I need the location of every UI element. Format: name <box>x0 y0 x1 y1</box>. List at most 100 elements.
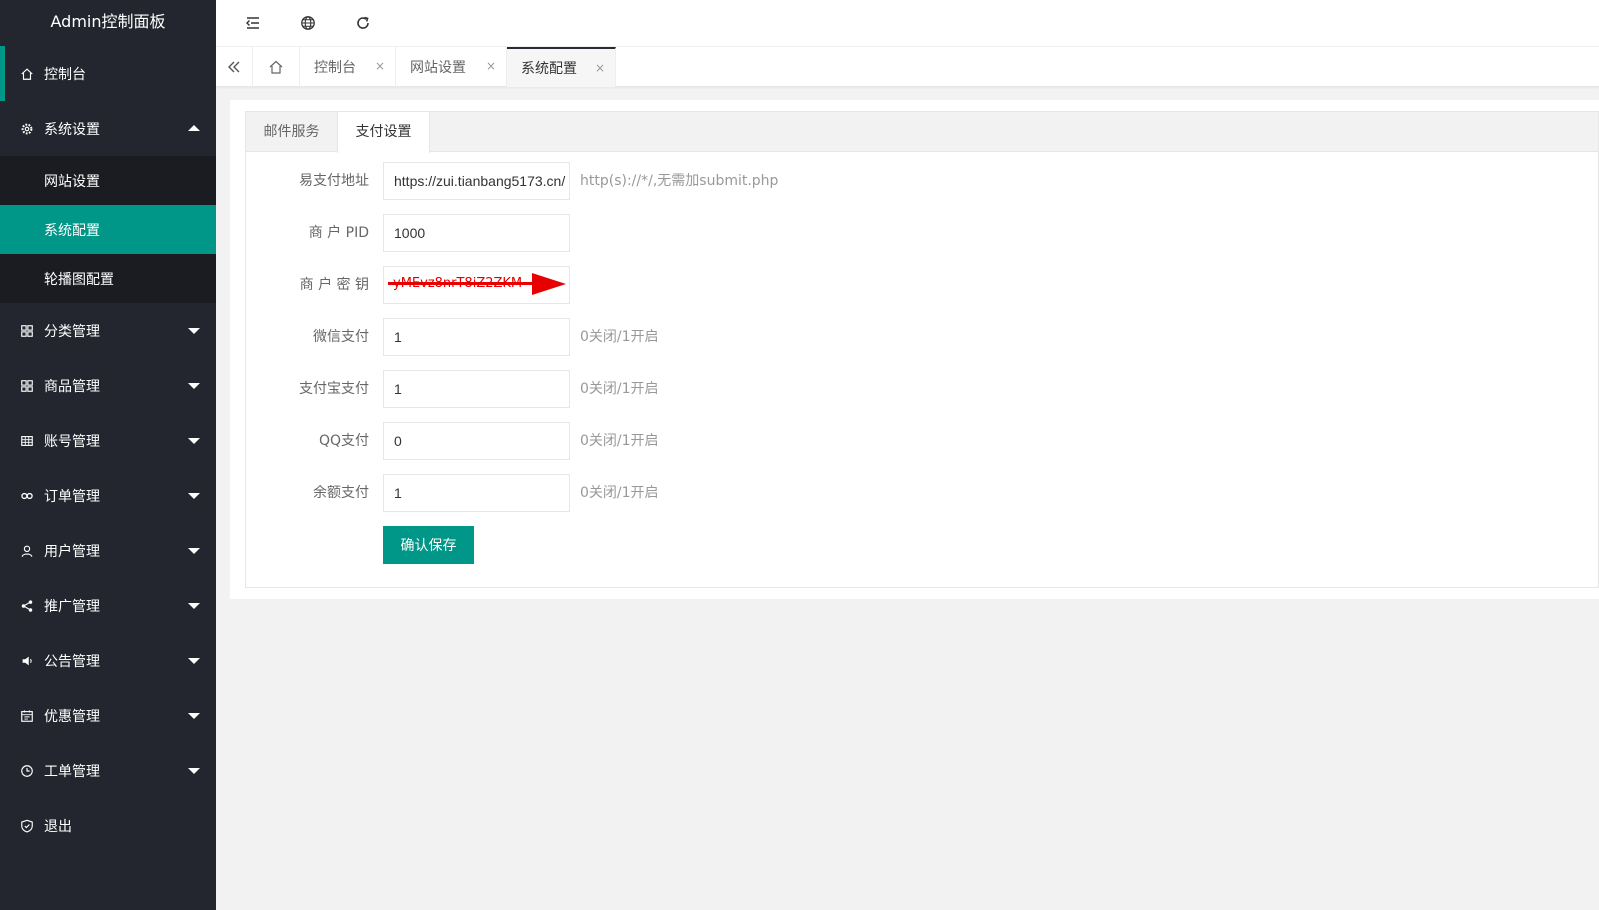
sidebar-item-user-management[interactable]: 用户管理 <box>0 523 216 578</box>
tab-dashboard[interactable]: 控制台 × <box>300 47 396 87</box>
sidebar-item-label: 退出 <box>44 818 72 835</box>
sidebar-item-label: 推广管理 <box>44 598 100 615</box>
sidebar-item-dashboard[interactable]: 控制台 <box>0 46 216 101</box>
sidebar-item-product-management[interactable]: 商品管理 <box>0 358 216 413</box>
sidebar-item-order-management[interactable]: 订单管理 <box>0 468 216 523</box>
share-icon <box>20 599 34 613</box>
page-tabs-bar: 控制台 × 网站设置 × 系统配置 × <box>216 47 1599 87</box>
sidebar-item-account-management[interactable]: 账号管理 <box>0 413 216 468</box>
merchant-pid-input[interactable] <box>383 214 570 252</box>
chevron-up-icon <box>188 124 200 131</box>
app-title: Admin控制面板 <box>50 12 166 31</box>
close-icon[interactable]: × <box>595 61 605 75</box>
form-row-qq-pay: QQ支付 0关闭/1开启 <box>246 422 1046 460</box>
sidebar-item-label: 优惠管理 <box>44 708 100 725</box>
settings-card: 邮件服务 支付设置 易支付地址 http(s)://*/,无需加submit.p… <box>245 111 1599 588</box>
sidebar-item-announcement-management[interactable]: 公告管理 <box>0 633 216 688</box>
close-icon[interactable]: × <box>486 59 496 73</box>
epay-url-input[interactable] <box>383 162 570 200</box>
sidebar-item-label: 系统设置 <box>44 121 100 138</box>
tab-label: 控制台 <box>314 60 356 76</box>
apps-icon <box>20 324 34 338</box>
sidebar-item-category-management[interactable]: 分类管理 <box>0 303 216 358</box>
close-icon[interactable]: × <box>375 59 385 73</box>
menu-shrink-icon[interactable] <box>243 13 263 33</box>
epay-url-hint: http(s)://*/,无需加submit.php <box>580 173 779 189</box>
chevron-down-icon <box>188 327 200 334</box>
tab-system-config[interactable]: 系统配置 × <box>507 47 616 87</box>
epay-url-label: 易支付地址 <box>299 173 369 189</box>
sidebar-item-label: 公告管理 <box>44 653 100 670</box>
tab-mail-service[interactable]: 邮件服务 <box>246 112 337 153</box>
balance-pay-label: 余额支付 <box>313 485 369 501</box>
sidebar-item-label: 订单管理 <box>44 488 100 505</box>
sidebar-item-label: 分类管理 <box>44 323 100 340</box>
tabs-scroll-left-button[interactable] <box>216 47 253 87</box>
sidebar-item-system-settings[interactable]: 系统设置 <box>0 101 216 156</box>
tab-label: 网站设置 <box>410 60 466 76</box>
sidebar-subitem-system-config[interactable]: 系统配置 <box>0 205 216 254</box>
user-icon <box>20 544 34 558</box>
tab-label: 系统配置 <box>521 61 577 77</box>
shield-icon <box>20 819 34 833</box>
sidebar-item-ticket-management[interactable]: 工单管理 <box>0 743 216 798</box>
calendar-icon <box>20 709 34 723</box>
form-row-alipay: 支付宝支付 0关闭/1开启 <box>246 370 1046 408</box>
home-icon <box>20 67 34 81</box>
chevron-down-icon <box>188 657 200 664</box>
sidebar-item-label: 控制台 <box>44 66 86 83</box>
apps-icon <box>20 379 34 393</box>
qq-pay-hint: 0关闭/1开启 <box>580 433 659 449</box>
chevron-down-icon <box>188 767 200 774</box>
sidebar-item-logout[interactable]: 退出 <box>0 798 216 853</box>
form-row-wechat-pay: 微信支付 0关闭/1开启 <box>246 318 1046 356</box>
chevron-down-icon <box>188 547 200 554</box>
alipay-input[interactable] <box>383 370 570 408</box>
chevron-down-icon <box>188 492 200 499</box>
chevron-down-icon <box>188 437 200 444</box>
sidebar-item-label: 工单管理 <box>44 763 100 780</box>
settings-tabs: 邮件服务 支付设置 <box>246 112 1598 153</box>
chevron-down-icon <box>188 712 200 719</box>
save-button[interactable]: 确认保存 <box>383 526 474 564</box>
redaction-line <box>388 282 536 285</box>
table-icon <box>20 434 34 448</box>
sidebar: Admin控制面板 控制台 系统设置 网站设置 系统配置 轮播图配置 分类管理 … <box>0 0 216 910</box>
sidebar-item-label: 用户管理 <box>44 543 100 560</box>
sidebar-item-coupon-management[interactable]: 优惠管理 <box>0 688 216 743</box>
home-icon <box>268 59 284 75</box>
merchant-pid-label: 商 户 PID <box>308 225 369 241</box>
refresh-icon[interactable] <box>353 13 373 33</box>
tab-home[interactable] <box>253 47 300 87</box>
sidebar-item-promotion-management[interactable]: 推广管理 <box>0 578 216 633</box>
double-chevron-left-icon <box>226 59 242 75</box>
qq-pay-input[interactable] <box>383 422 570 460</box>
globe-icon[interactable] <box>298 13 318 33</box>
balance-pay-input[interactable] <box>383 474 570 512</box>
top-header <box>216 0 1599 47</box>
link-icon <box>20 489 34 503</box>
wechat-pay-label: 微信支付 <box>313 329 369 345</box>
arrow-right-icon <box>532 273 566 295</box>
speaker-icon <box>20 654 34 668</box>
sidebar-subitem-site-settings[interactable]: 网站设置 <box>0 156 216 205</box>
chevron-down-icon <box>188 382 200 389</box>
gear-icon <box>20 122 34 136</box>
alipay-hint: 0关闭/1开启 <box>580 381 659 397</box>
form-row-balance-pay: 余额支付 0关闭/1开启 <box>246 474 1046 512</box>
tab-payment-settings[interactable]: 支付设置 <box>337 112 430 153</box>
clock-icon <box>20 764 34 778</box>
merchant-key-label: 商 户 密 钥 <box>299 277 369 293</box>
submenu-system-settings: 网站设置 系统配置 轮播图配置 <box>0 156 216 303</box>
form-row-epay-url: 易支付地址 http(s)://*/,无需加submit.php <box>246 162 1046 200</box>
wechat-pay-hint: 0关闭/1开启 <box>580 329 659 345</box>
sidebar-item-label: 账号管理 <box>44 433 100 450</box>
wechat-pay-input[interactable] <box>383 318 570 356</box>
qq-pay-label: QQ支付 <box>318 433 369 449</box>
alipay-label: 支付宝支付 <box>299 381 369 397</box>
sidebar-subitem-carousel-config[interactable]: 轮播图配置 <box>0 254 216 303</box>
form-row-merchant-pid: 商 户 PID <box>246 214 1046 252</box>
chevron-down-icon <box>188 602 200 609</box>
balance-pay-hint: 0关闭/1开启 <box>580 485 659 501</box>
tab-site-settings[interactable]: 网站设置 × <box>396 47 507 87</box>
